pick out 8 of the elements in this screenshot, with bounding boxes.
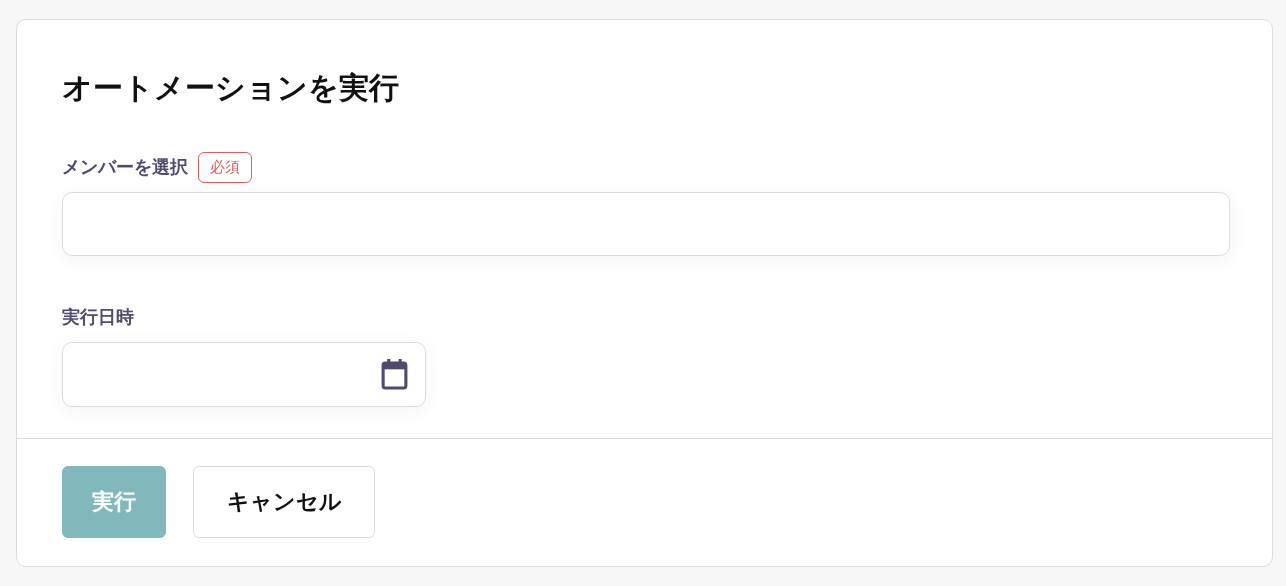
member-field[interactable] bbox=[62, 192, 1230, 256]
cancel-button[interactable]: キャンセル bbox=[193, 466, 375, 538]
date-field[interactable] bbox=[62, 342, 426, 407]
field-label: メンバーを選択 bbox=[62, 155, 188, 179]
calendar-icon[interactable] bbox=[381, 359, 408, 390]
required-badge: 必須 bbox=[198, 151, 252, 183]
field-label: 実行日時 bbox=[62, 305, 134, 329]
dialog-title: オートメーションを実行 bbox=[62, 69, 400, 107]
